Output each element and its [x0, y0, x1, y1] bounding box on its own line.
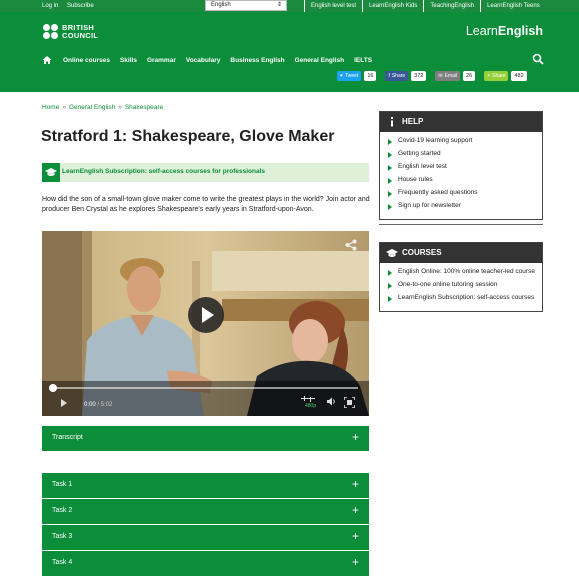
volume-icon[interactable]: [327, 397, 336, 406]
play-icon: [202, 307, 214, 323]
logo-dots-icon: [43, 24, 59, 40]
updown-arrow-icon: ⇕: [276, 2, 282, 8]
help-panel-title: HELP: [402, 117, 424, 126]
courses-panel-header: COURSES: [380, 243, 542, 263]
nav-skills[interactable]: Skills: [120, 57, 137, 64]
subscription-banner[interactable]: LearnEnglish Subscription: self-access c…: [42, 163, 369, 182]
help-link-newsletter[interactable]: Sign up for newsletter: [386, 202, 536, 210]
course-link-english-online[interactable]: English Online: 100% online teacher-led …: [386, 268, 536, 276]
progress-handle[interactable]: [49, 384, 57, 392]
help-panel: HELP Covid-19 learning support Getting s…: [379, 111, 543, 220]
subscribe-link[interactable]: Subscribe: [67, 0, 94, 12]
facebook-share-button[interactable]: f Share: [385, 71, 409, 81]
generic-share-count: 482: [511, 71, 527, 81]
email-icon: ✉: [438, 73, 443, 79]
video-time: 0:00 / 5:02: [84, 402, 112, 408]
top-bar: Log in Subscribe English ⇕ English level…: [0, 0, 579, 12]
help-link-faq[interactable]: Frequently asked questions: [386, 189, 536, 197]
learnenglish-brand[interactable]: LearnEnglish: [466, 24, 543, 38]
page-title: Stratford 1: Shakespeare, Glove Maker: [41, 128, 335, 145]
logo-line-2: COUNCIL: [62, 31, 99, 40]
video-progress-bar[interactable]: [49, 384, 358, 392]
graduation-cap-icon: [386, 249, 398, 257]
big-play-button[interactable]: [188, 297, 224, 333]
british-council-logo[interactable]: BRITISH COUNCIL: [43, 24, 98, 40]
language-select[interactable]: English ⇕: [205, 0, 287, 11]
accordion-task-2[interactable]: Task 2 +: [42, 499, 369, 524]
course-links: English Online: 100% online teacher-led …: [380, 263, 542, 311]
breadcrumb-shakespeare[interactable]: Shakespeare: [125, 104, 163, 111]
breadcrumb-general-english[interactable]: General English: [69, 104, 115, 111]
graduation-cap-icon: [45, 168, 57, 176]
nav-business-english[interactable]: Business English: [230, 57, 284, 64]
partner-sites-nav: English level test LearnEnglish Kids Tea…: [304, 0, 546, 12]
video-player[interactable]: 0:00 / 5:02 480p: [42, 231, 369, 416]
twitter-icon: ♥: [340, 73, 343, 79]
nav-online-courses[interactable]: Online courses: [63, 57, 110, 64]
plus-icon: +: [351, 430, 359, 444]
breadcrumb: Home» General English» Shakespeare: [42, 104, 164, 111]
help-link-getting-started[interactable]: Getting started: [386, 150, 536, 158]
plus-icon: +: [351, 555, 359, 569]
site-link-kids[interactable]: LearnEnglish Kids: [362, 0, 423, 12]
share-icon: +: [487, 73, 491, 79]
lesson-intro: How did the son of a small-town glove ma…: [42, 196, 370, 213]
site-link-teaching[interactable]: TeachingEnglish: [423, 0, 480, 12]
nav-vocabulary[interactable]: Vocabulary: [186, 57, 221, 64]
accordion-task-1[interactable]: Task 1 +: [42, 473, 369, 498]
accordion-transcript[interactable]: Transcript +: [42, 426, 369, 451]
nav-grammar[interactable]: Grammar: [147, 57, 176, 64]
current-time: 0:00: [84, 402, 96, 408]
quality-label: 480p: [305, 403, 317, 409]
search-icon[interactable]: [532, 53, 544, 65]
help-panel-header: HELP: [380, 112, 542, 132]
plus-icon: +: [351, 503, 359, 517]
site-header: BRITISH COUNCIL LearnEnglish Online cour…: [0, 12, 579, 92]
tweet-button[interactable]: ♥ Tweet: [337, 71, 362, 81]
social-share-bar: ♥ Tweet 16 f Share 372 ✉ Email 26 + Share 48…: [337, 71, 536, 81]
main-nav: Online courses Skills Grammar Vocabulary…: [42, 54, 382, 66]
courses-panel: COURSES English Online: 100% online teac…: [379, 242, 543, 312]
site-link-teens[interactable]: LearnEnglish Teens: [480, 0, 546, 12]
course-link-subscription[interactable]: LearnEnglish Subscription: self-access c…: [386, 294, 536, 302]
play-control-icon[interactable]: [61, 399, 67, 407]
help-link-house-rules[interactable]: House rules: [386, 176, 536, 184]
accordion-task-4[interactable]: Task 4 +: [42, 551, 369, 576]
email-share-count: 26: [463, 71, 476, 81]
site-link-level-test[interactable]: English level test: [304, 0, 362, 12]
plus-icon: +: [351, 529, 359, 543]
accordion-task-3[interactable]: Task 3 +: [42, 525, 369, 550]
breadcrumb-home[interactable]: Home: [42, 104, 59, 111]
help-link-level-test[interactable]: English level test: [386, 163, 536, 171]
tweet-count: 16: [364, 71, 377, 81]
generic-share-button[interactable]: + Share: [484, 71, 509, 81]
help-link-covid[interactable]: Covid-19 learning support: [386, 137, 536, 145]
video-share-icon[interactable]: [345, 239, 357, 251]
course-link-tutoring[interactable]: One-to-one online tutoring session: [386, 281, 536, 289]
language-select-value: English: [211, 2, 231, 8]
home-icon[interactable]: [42, 55, 52, 65]
subscription-banner-text: LearnEnglish Subscription: self-access c…: [62, 168, 266, 175]
login-link[interactable]: Log in: [42, 0, 58, 12]
nav-general-english[interactable]: General English: [295, 57, 345, 64]
nav-ielts[interactable]: IELTS: [354, 57, 372, 64]
info-icon: [391, 117, 393, 127]
video-duration: / 5:02: [97, 402, 113, 408]
facebook-share-count: 372: [411, 71, 427, 81]
sidebar-divider: [379, 224, 543, 225]
facebook-icon: f: [388, 73, 390, 79]
email-share-button[interactable]: ✉ Email: [435, 71, 461, 81]
courses-panel-title: COURSES: [402, 248, 442, 257]
help-links: Covid-19 learning support Getting starte…: [380, 132, 542, 219]
quality-bars-icon[interactable]: [301, 396, 315, 402]
fullscreen-icon[interactable]: [344, 397, 355, 408]
plus-icon: +: [351, 477, 359, 491]
